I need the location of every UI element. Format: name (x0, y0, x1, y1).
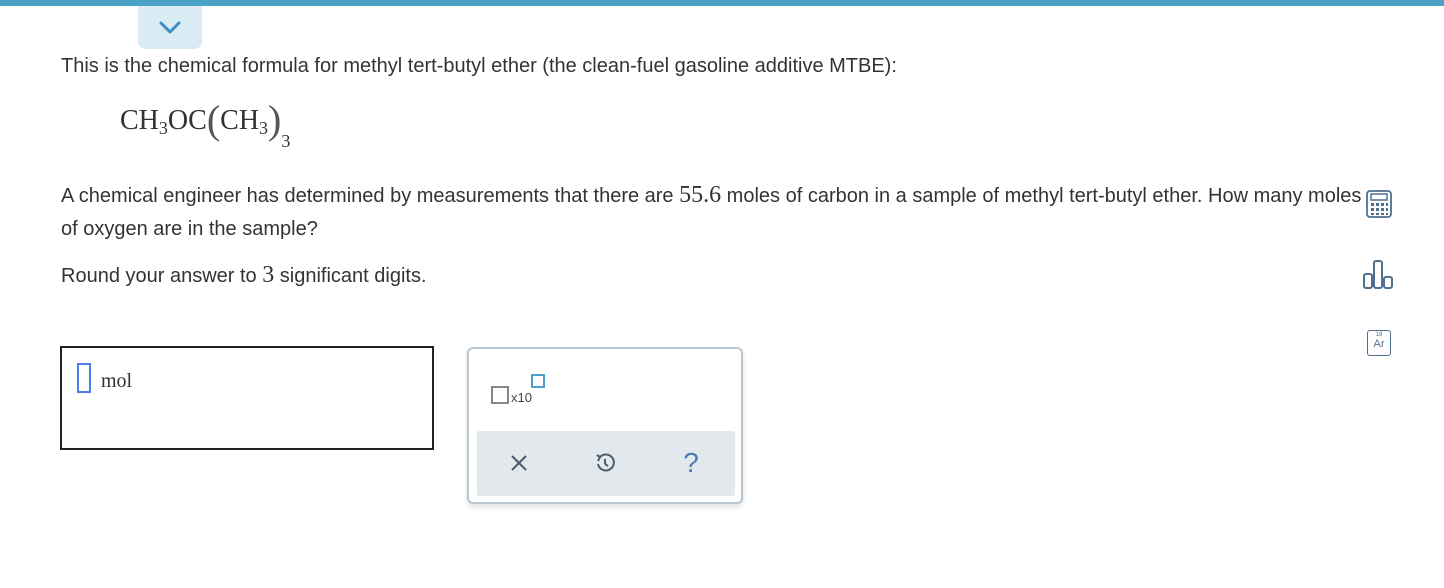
answer-box[interactable]: mol (60, 346, 434, 450)
answer-unit: mol (101, 370, 133, 392)
collapse-toggle-button[interactable] (138, 6, 202, 49)
undo-icon (596, 453, 615, 472)
math-toolbox: x10 ? (467, 347, 743, 504)
help-icon: ? (683, 447, 699, 478)
calculator-icon (1366, 190, 1392, 218)
calculator-button[interactable] (1365, 190, 1393, 218)
close-icon (511, 455, 527, 471)
top-accent-bar (0, 0, 1444, 6)
bar-chart-icon (1363, 260, 1393, 289)
periodic-symbol: Ar (1373, 338, 1385, 350)
answer-input[interactable] (77, 363, 91, 393)
scientific-notation-button[interactable]: x10 (491, 374, 553, 412)
periodic-table-button[interactable]: 18 Ar (1367, 330, 1391, 356)
rounding-instruction: Round your answer to 3 significant digit… (61, 262, 427, 288)
base-slot-icon (491, 386, 509, 404)
chevron-down-icon (159, 21, 181, 33)
carbon-moles-value: 55.6 (679, 182, 722, 208)
data-button[interactable] (1362, 258, 1394, 290)
undo-button[interactable] (590, 448, 620, 478)
action-bar: ? (477, 431, 735, 496)
exponent-slot-icon (531, 374, 545, 388)
problem-intro: This is the chemical formula for methyl … (61, 55, 897, 77)
problem-question: A chemical engineer has determined by me… (61, 182, 1362, 240)
chemical-formula: CH3OC(CH3)3 (120, 97, 291, 151)
clear-button[interactable] (504, 448, 534, 478)
sig-digits-value: 3 (262, 262, 275, 288)
help-button[interactable]: ? (676, 447, 706, 478)
sci-notation-label: x10 (511, 390, 532, 405)
